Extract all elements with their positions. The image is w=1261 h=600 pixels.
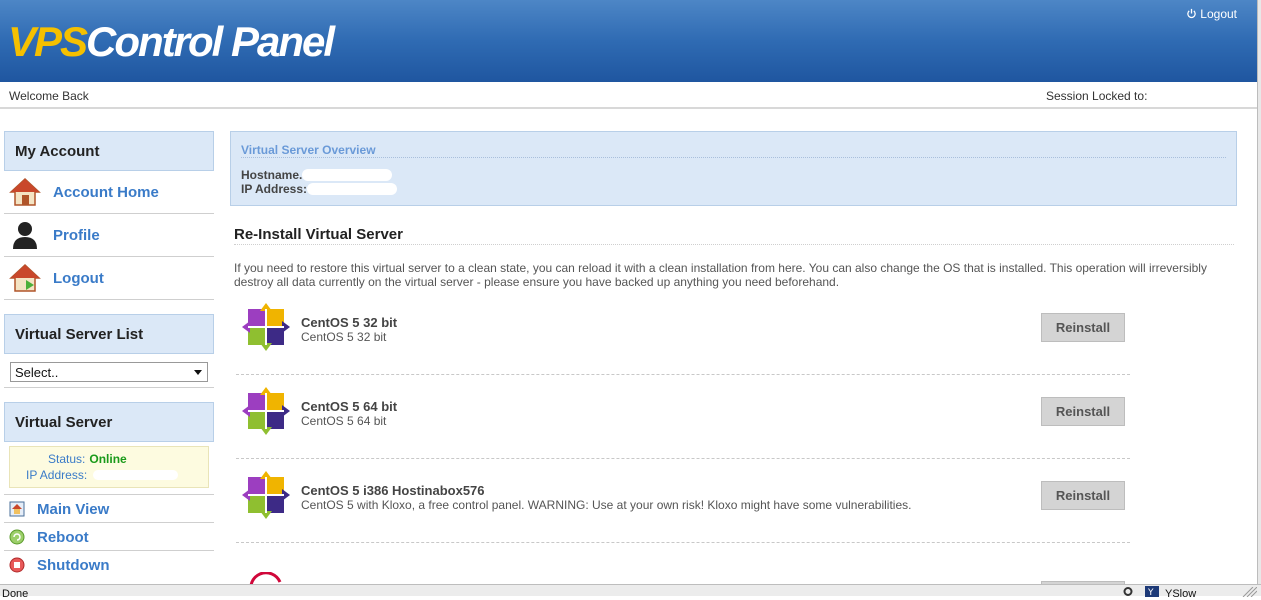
sidebar-item-logout[interactable]: Logout (4, 257, 214, 300)
reinstall-button[interactable]: Reinstall (1041, 397, 1125, 426)
shutdown-icon (9, 557, 25, 573)
sidebar-item-account-home[interactable]: Account Home (4, 171, 214, 214)
os-name: CentOS 5 64 bit (301, 399, 398, 414)
server-status-panel: Status: Online IP Address: (9, 446, 209, 488)
server-select-wrapper: Select.. (4, 354, 214, 388)
chevron-down-icon (194, 370, 202, 375)
logo-vps-text: VPS (8, 18, 88, 65)
house-icon (9, 177, 41, 206)
status-text: Done (2, 588, 29, 600)
sidebar-item-shutdown[interactable]: Shutdown (4, 550, 214, 578)
gear-icon[interactable] (1122, 586, 1134, 597)
overview-title: Virtual Server Overview (241, 143, 376, 157)
os-description: CentOS 5 with Kloxo, a free control pane… (301, 498, 912, 512)
os-option-row: CentOS 5 i386 Hostinabox576 CentOS 5 wit… (236, 459, 1130, 543)
overview-ip-row: IP Address: (241, 182, 398, 196)
overview-ip-label: IP Address: (241, 182, 308, 196)
hostname-redacted (302, 169, 393, 181)
overview-divider (241, 157, 1226, 158)
reboot-icon (9, 529, 25, 545)
centos-logo-icon (242, 387, 290, 435)
session-locked-text: Session Locked to: (1046, 89, 1148, 103)
header-logout-link[interactable]: Logout (1186, 7, 1237, 21)
yslow-icon[interactable]: Y (1145, 586, 1159, 597)
user-silhouette-icon (13, 222, 37, 249)
ip-redacted (93, 470, 179, 480)
os-description: CentOS 5 64 bit (301, 414, 387, 428)
vertical-scrollbar[interactable] (1257, 0, 1261, 596)
header-logout-label: Logout (1200, 7, 1237, 21)
reinstall-divider (234, 244, 1234, 245)
welcome-bar: Welcome Back Session Locked to: (0, 84, 1257, 109)
yslow-label[interactable]: YSlow (1165, 588, 1196, 600)
os-option-row: CentOS 5 64 bit CentOS 5 64 bit Reinstal… (236, 375, 1130, 459)
overview-ip-redacted (307, 183, 398, 195)
reinstall-button[interactable]: Reinstall (1041, 313, 1125, 342)
status-badge: Online (89, 452, 127, 466)
sidebar-item-label: Logout (53, 270, 104, 287)
hostname-row: Hostname. (241, 168, 393, 182)
main-view-icon (9, 501, 25, 517)
virtual-server-list-heading: Virtual Server List (4, 314, 214, 354)
my-account-heading: My Account (4, 131, 214, 171)
header-banner: VPSControl Panel Logout (0, 0, 1257, 82)
sidebar-item-label: Reboot (37, 529, 89, 546)
ip-label: IP Address: (26, 468, 88, 482)
sidebar-item-reboot[interactable]: Reboot (4, 522, 214, 550)
reinstall-button[interactable]: Reinstall (1041, 481, 1125, 510)
sidebar-item-main-view[interactable]: Main View (4, 494, 214, 522)
vps-control-panel-logo: VPSControl Panel (8, 18, 335, 66)
virtual-server-heading: Virtual Server (4, 402, 214, 442)
house-exit-icon (9, 263, 41, 292)
centos-logo-icon (242, 471, 290, 519)
reinstall-description: If you need to restore this virtual serv… (234, 261, 1207, 289)
sidebar-item-label: Main View (37, 501, 110, 518)
sidebar-item-label: Shutdown (37, 557, 110, 574)
reinstall-title: Re-Install Virtual Server (234, 226, 403, 243)
browser-status-bar: Done Y YSlow (0, 584, 1261, 600)
server-select[interactable]: Select.. (10, 362, 208, 382)
centos-logo-icon (242, 303, 290, 351)
power-icon (1187, 8, 1197, 19)
server-overview-panel: Virtual Server Overview Hostname. IP Add… (230, 131, 1237, 206)
os-name: CentOS 5 i386 Hostinabox576 (301, 483, 485, 498)
os-name: CentOS 5 32 bit (301, 315, 398, 330)
server-select-value: Select.. (15, 365, 59, 380)
os-option-row: CentOS 5 32 bit CentOS 5 32 bit Reinstal… (236, 291, 1130, 375)
sidebar-item-label: Account Home (53, 184, 159, 201)
status-row: Status: Online (48, 452, 127, 466)
logo-control-panel-text: Control Panel (86, 18, 335, 65)
sidebar: My Account Account Home Profile Logout V… (4, 131, 214, 578)
welcome-text: Welcome Back (9, 89, 89, 103)
status-label: Status: (48, 452, 86, 466)
sidebar-item-label: Profile (53, 227, 100, 244)
hostname-label: Hostname. (241, 168, 303, 182)
sidebar-item-profile[interactable]: Profile (4, 214, 214, 257)
ip-row: IP Address: (26, 468, 179, 482)
os-description: CentOS 5 32 bit (301, 330, 387, 344)
